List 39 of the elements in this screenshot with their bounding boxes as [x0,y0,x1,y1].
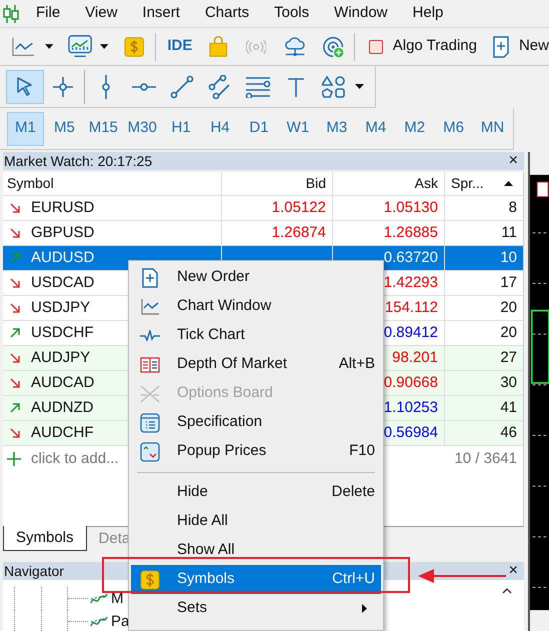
spread-cell-text: 10 [500,248,517,268]
ask-cell-text: 1.05130 [384,198,438,218]
panel-title: Navigator [3,562,64,581]
symbol-cell-text: AUDJPY [31,348,90,368]
spread-cell-text: 46 [500,422,517,443]
symbol-cell-text: AUDUSD [31,248,94,268]
panel-title: Market Watch: 20:17:25 [3,152,152,170]
symbol-cell-text: USDCAD [31,272,94,293]
spread-cell-text: 27 [500,348,517,368]
ask-cell-text: 98.201 [392,348,438,368]
symbol-cell-text: AUDCHF [31,422,94,443]
spread-cell-text: 41 [500,398,517,418]
shortcut-label: Alt+B [338,354,375,374]
ask-cell-text: 1.10253 [384,398,438,418]
symbol-count: 10 / 3641 [454,448,517,469]
spread-cell-text: 17 [500,272,517,293]
spread-cell-text: 20 [500,298,517,318]
symbol-cell-text: AUDNZD [31,398,94,418]
symbol-cell-text: USDCHF [31,322,94,343]
bid-cell-text: 1.05122 [272,198,326,218]
symbol-cell-text: AUDCAD [31,372,94,393]
bid-cell-text: 1.26874 [272,222,326,243]
ask-cell-text: 154.112 [384,298,438,318]
spread-cell-text: 30 [500,372,517,393]
symbol-cell-text: EURUSD [31,198,94,218]
shortcut-label: Delete [332,482,375,502]
ask-cell-text: 0.63720 [384,248,438,268]
ask-cell-text: 0.90668 [384,372,438,393]
ask-cell-text: 1.42293 [384,272,438,293]
ask-cell-text: 0.56984 [384,422,438,443]
spread-cell-text: 20 [500,322,517,343]
ask-cell-text: 1.26885 [384,222,438,243]
spread-cell-text: 8 [508,198,517,218]
symbol-cell-text: USDJPY [31,298,90,318]
spread-cell-text: 11 [501,222,517,243]
shortcut-label: Ctrl+U [332,569,375,590]
symbol-cell-text: GBPUSD [31,222,94,243]
shortcut-label: F10 [349,441,375,462]
ask-cell-text: 0.89412 [384,322,438,343]
